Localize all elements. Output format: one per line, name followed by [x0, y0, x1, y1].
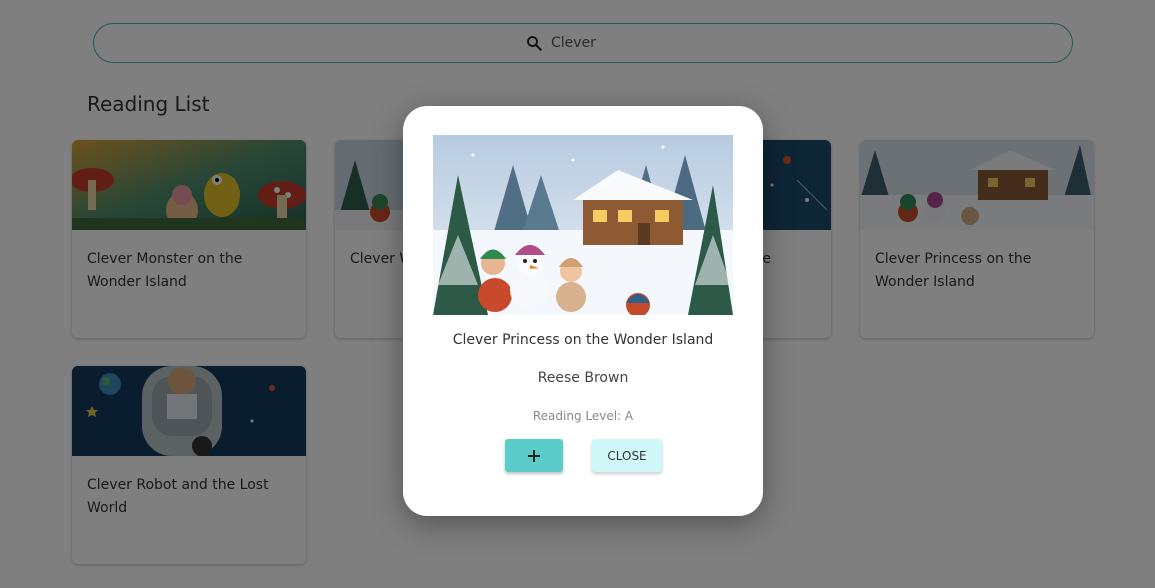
close-button[interactable]: CLOSE	[592, 439, 662, 472]
book-cover-image	[433, 135, 733, 315]
modal-book-title: Clever Princess on the Wonder Island	[452, 332, 714, 348]
modal-book-author: Reese Brown	[537, 370, 629, 386]
add-to-list-button[interactable]	[505, 439, 563, 472]
modal-reading-level: Reading Level: A	[532, 409, 634, 423]
book-detail-modal: Clever Princess on the Wonder Island Ree…	[403, 106, 763, 516]
plus-icon	[528, 449, 540, 462]
